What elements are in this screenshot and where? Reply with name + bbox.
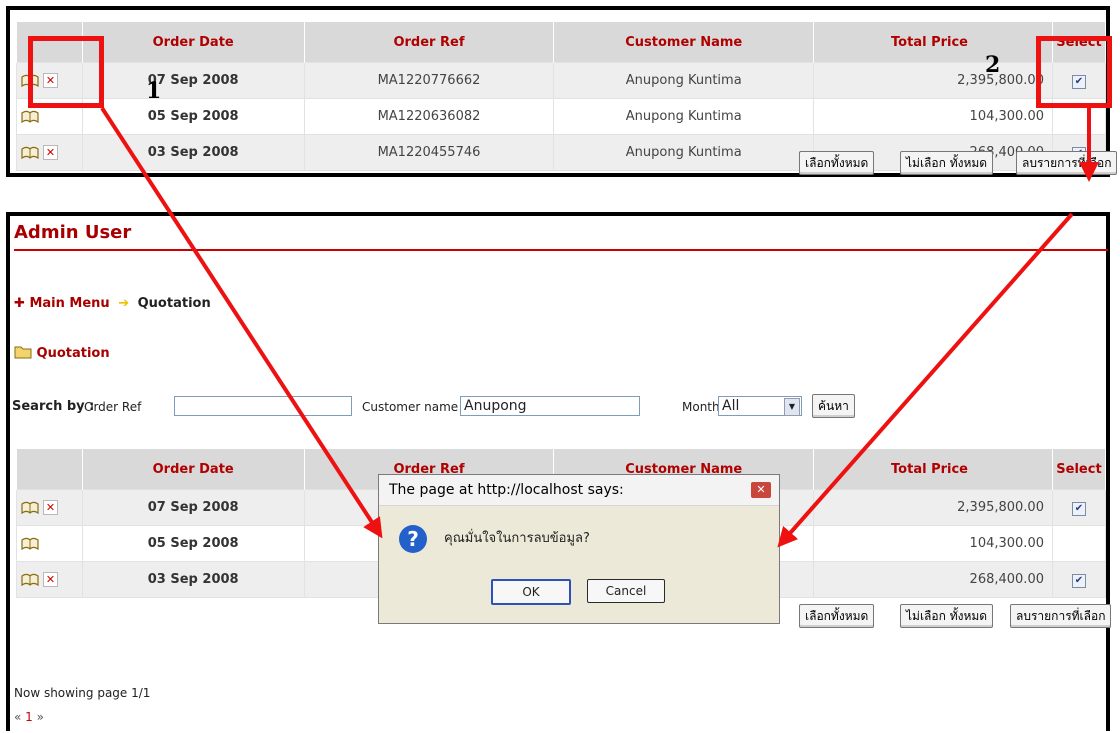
dialog-message: คุณมั่นใจในการลบข้อมูล? — [444, 531, 590, 546]
delete-selected-button[interactable]: ลบรายการที่เลือก — [1010, 604, 1112, 628]
row-actions: ✕ — [16, 134, 83, 171]
deselect-all-button[interactable]: ไม่เลือก ทั้งหมด — [900, 604, 994, 628]
confirm-dialog: The page at http://localhost says: ✕ ? ค… — [378, 474, 780, 624]
select-checkbox[interactable]: ✔ — [1071, 573, 1086, 588]
order-date-cell: 05 Sep 2008 — [81, 98, 305, 135]
customer-name-cell: Anupong Kuntima — [553, 62, 815, 99]
pager: « 1 » — [14, 710, 44, 724]
deselect-all-button[interactable]: ไม่เลือก ทั้งหมด — [900, 151, 994, 175]
customer-name-cell: Anupong Kuntima — [553, 98, 815, 135]
dialog-title: The page at http://localhost says: — [379, 475, 779, 506]
view-book-icon[interactable] — [21, 537, 39, 551]
select-cell: ✔ — [1051, 561, 1107, 598]
table-row: ✕07 Sep 2008MA1220776662Anupong Kuntima2… — [16, 62, 1107, 99]
breadcrumb: ✚ Main Menu ➔ Quotation — [14, 296, 211, 311]
order-date-cell: 03 Sep 2008 — [81, 561, 305, 598]
chevron-down-icon: ▼ — [784, 398, 800, 416]
section-title: Quotation — [36, 346, 110, 361]
col-customer-name: Customer Name — [553, 22, 815, 63]
ok-button[interactable]: OK — [491, 579, 571, 605]
row-actions — [16, 525, 83, 562]
top-panel: Order Date Order Ref Customer Name Total… — [6, 6, 1118, 177]
select-checkbox[interactable]: ✔ — [1071, 501, 1086, 516]
close-icon[interactable]: ✕ — [751, 482, 771, 498]
title-divider — [14, 249, 1108, 251]
order-ref-label: Order Ref — [84, 400, 142, 414]
row-actions: ✕ — [16, 561, 83, 598]
breadcrumb-current: Quotation — [137, 296, 211, 311]
section-heading: Quotation — [14, 345, 110, 361]
order-date-cell: 07 Sep 2008 — [81, 489, 305, 526]
customer-name-cell: Anupong Kuntima — [553, 134, 815, 171]
page-title: Admin User — [14, 222, 132, 243]
view-book-icon[interactable] — [21, 146, 39, 160]
month-select-value: All — [722, 398, 740, 414]
customer-name-input[interactable]: Anupong — [460, 396, 640, 416]
select-cell — [1051, 525, 1107, 562]
view-book-icon[interactable] — [21, 573, 39, 587]
breadcrumb-main-menu[interactable]: Main Menu — [29, 296, 109, 311]
search-button[interactable]: ค้นหา — [812, 394, 855, 418]
search-label: Search by : — [12, 399, 95, 414]
row-actions: ✕ — [16, 489, 83, 526]
col-order-ref: Order Ref — [303, 22, 555, 63]
admin-page: Admin User ✚ Main Menu ➔ Quotation Quota… — [6, 212, 1112, 731]
view-book-icon[interactable] — [21, 501, 39, 515]
question-icon: ? — [399, 525, 427, 553]
pager-next[interactable]: » — [37, 710, 44, 724]
month-select[interactable]: All ▼ — [718, 396, 802, 416]
highlight-delete-icons — [28, 36, 104, 108]
total-price-cell: 2,395,800.00 — [813, 489, 1053, 526]
select-all-button[interactable]: เลือกทั้งหมด — [799, 151, 875, 175]
pager-prev[interactable]: « — [14, 710, 21, 724]
total-price-cell: 104,300.00 — [813, 525, 1053, 562]
annotation-label-2: 2 — [985, 52, 1001, 78]
cancel-button[interactable]: Cancel — [587, 579, 665, 603]
folder-icon — [14, 346, 32, 359]
orders-table-top: Order Date Order Ref Customer Name Total… — [16, 22, 1107, 171]
select-cell: ✔ — [1051, 489, 1107, 526]
col-total-price: Total Price — [813, 22, 1053, 63]
order-date-cell: 05 Sep 2008 — [81, 525, 305, 562]
pager-status: Now showing page 1/1 — [14, 686, 151, 700]
delete-icon[interactable]: ✕ — [43, 500, 58, 515]
col-order-date: Order Date — [81, 22, 305, 63]
total-price-cell: 104,300.00 — [813, 98, 1053, 135]
pager-page-1[interactable]: 1 — [25, 710, 33, 724]
delete-selected-button[interactable]: ลบรายการที่เลือก — [1016, 151, 1118, 175]
order-ref-input[interactable] — [174, 396, 352, 416]
order-ref-cell: MA1220455746 — [303, 134, 555, 171]
select-all-button[interactable]: เลือกทั้งหมด — [799, 604, 875, 628]
order-ref-cell: MA1220776662 — [303, 62, 555, 99]
delete-icon[interactable]: ✕ — [43, 572, 58, 587]
highlight-select-column — [1036, 36, 1112, 108]
table-row: 05 Sep 2008MA1220636082Anupong Kuntima10… — [16, 98, 1107, 135]
col-select: Select — [1051, 449, 1107, 490]
icons-header — [16, 449, 83, 490]
total-price-cell: 268,400.00 — [813, 561, 1053, 598]
order-date-cell: 07 Sep 2008 — [81, 62, 305, 99]
arrow-right-icon: ➔ — [118, 296, 130, 311]
month-label: Month — [682, 400, 720, 414]
customer-name-label: Customer name — [362, 400, 459, 414]
view-book-icon[interactable] — [21, 110, 39, 124]
order-ref-cell: MA1220636082 — [303, 98, 555, 135]
delete-icon[interactable]: ✕ — [43, 145, 58, 160]
order-date-cell: 03 Sep 2008 — [81, 134, 305, 171]
plus-icon: ✚ — [14, 296, 25, 311]
total-price-cell: 2,395,800.00 — [813, 62, 1053, 99]
col-total-price: Total Price — [813, 449, 1053, 490]
annotation-label-1: 1 — [146, 78, 162, 104]
col-order-date: Order Date — [81, 449, 305, 490]
